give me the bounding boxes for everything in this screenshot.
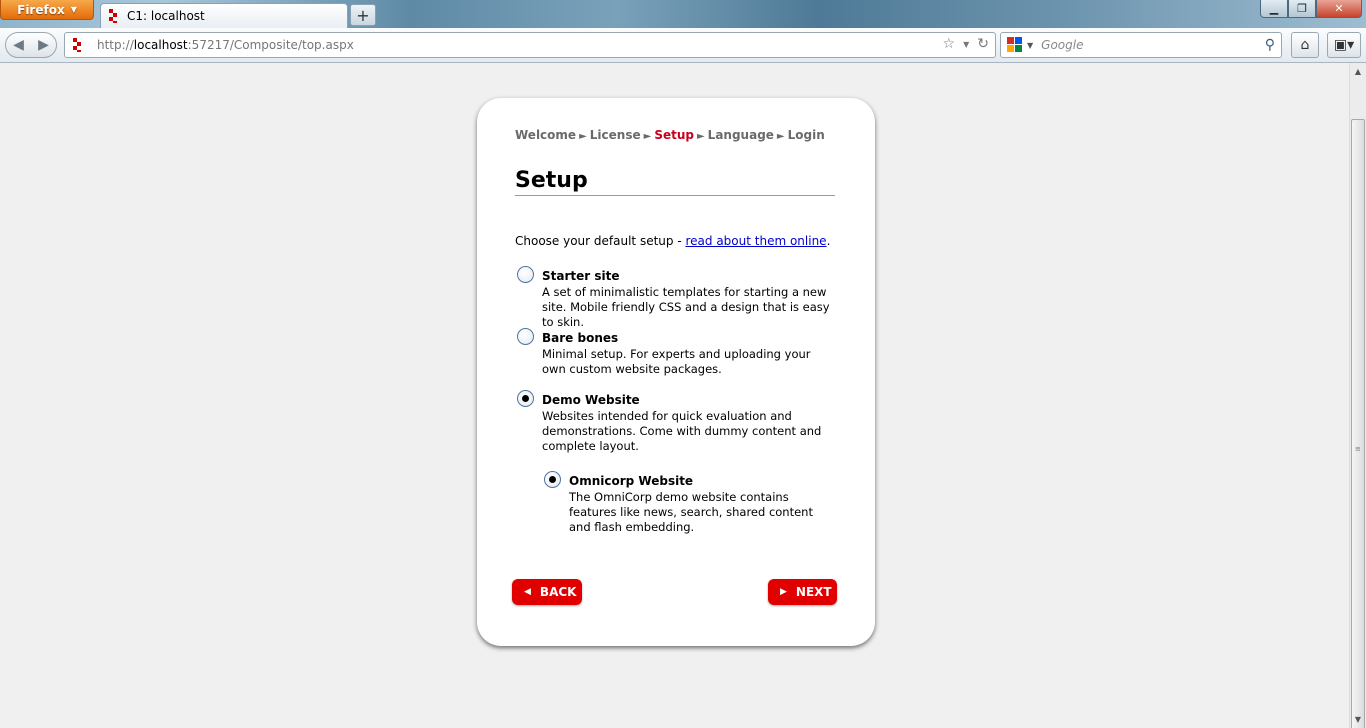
reload-icon[interactable]: ↻ [977,36,989,52]
next-button[interactable]: ▶ NEXT [768,579,837,605]
firefox-menu-label: Firefox [17,2,65,17]
search-bar[interactable]: ▼ Google ⚲ [1000,32,1282,58]
site-identity-icon[interactable] [73,38,83,52]
c1-favicon-icon [109,9,119,23]
intro-label: Choose your default setup - [515,234,686,248]
radio-omnicorp-website[interactable] [544,471,561,488]
option-description: Minimal setup. For experts and uploading… [542,347,811,376]
option-title: Demo Website [542,393,640,407]
search-icon[interactable]: ⚲ [1265,37,1275,53]
back-label: BACK [539,585,577,599]
forward-arrow-icon[interactable]: ▶ [38,37,49,53]
home-button[interactable]: ⌂ [1291,32,1319,58]
home-icon: ⌂ [1300,37,1310,53]
scroll-up-arrow-icon[interactable]: ▲ [1350,63,1366,80]
back-button[interactable]: ◀ BACK [512,579,582,605]
window-titlebar: Firefox ▼ C1: localhost + ▁ ❐ ✕ [0,0,1366,28]
separator-icon: ► [579,131,587,142]
option-description: Websites intended for quick evaluation a… [542,409,822,453]
back-arrow-icon[interactable]: ◀ [13,37,24,53]
search-placeholder: Google [1041,38,1084,52]
close-icon: ✕ [1334,2,1344,15]
arrow-left-icon: ◀ [524,587,531,597]
page-title: Setup [515,168,835,196]
arrow-right-icon: ▶ [780,587,787,597]
address-bar[interactable]: http://localhost:57217/Composite/top.asp… [64,32,996,58]
close-window-button[interactable]: ✕ [1316,0,1362,18]
window-controls: ▁ ❐ ✕ [1260,0,1362,18]
tab-title: C1: localhost [127,9,205,23]
radio-starter-site[interactable] [517,266,534,283]
wizard-breadcrumb: Welcome ► License ► Setup ► Language ► Login [515,128,825,142]
chevron-down-icon: ▼ [70,5,77,14]
google-engine-icon[interactable] [1007,37,1023,53]
step-login: Login [787,128,825,142]
minimize-button[interactable]: ▁ [1260,0,1288,18]
bookmarks-icon: ▣▾ [1333,37,1355,53]
step-setup: Setup [654,128,694,142]
option-title: Omnicorp Website [569,474,694,488]
plus-icon: + [356,5,370,25]
radio-bare-bones[interactable] [517,328,534,345]
bookmarks-menu-button[interactable]: ▣▾ [1327,32,1361,58]
separator-icon: ► [643,131,652,142]
back-forward-buttons: ◀ ▶ [5,32,57,58]
maximize-button[interactable]: ❐ [1288,0,1316,18]
intro-text: Choose your default setup - read about t… [515,234,830,248]
firefox-menu-button[interactable]: Firefox ▼ [0,0,94,20]
separator-icon: ► [776,131,785,142]
url-path: :57217/Composite/top.aspx [187,38,354,52]
option-description: A set of minimalistic templates for star… [542,285,830,329]
url-prefix: http:// [97,38,134,52]
scroll-down-arrow-icon[interactable]: ▼ [1350,711,1366,728]
setup-wizard-card: Welcome ► License ► Setup ► Language ► Login Set… [477,98,875,646]
intro-period: . [826,234,831,248]
vertical-scrollbar[interactable]: ▲ ≡ ▼ [1349,63,1366,728]
browser-tab[interactable]: C1: localhost [100,3,348,28]
option-title: Starter site [542,269,620,283]
new-tab-button[interactable]: + [350,4,376,26]
read-online-link[interactable]: read about them online [685,234,826,248]
scroll-thumb[interactable]: ≡ [1351,119,1365,728]
separator-icon: ► [696,131,705,142]
radio-demo-website[interactable] [517,390,534,407]
navigation-toolbar: ◀ ▶ http://localhost:57217/Composite/top… [0,28,1366,63]
url-actions: ☆ ▼ ↻ [943,36,989,52]
step-license: License [589,128,641,142]
next-label: NEXT [795,585,832,599]
bookmark-star-icon[interactable]: ☆ [943,36,956,52]
url-host: localhost [133,38,188,52]
history-dropdown-icon[interactable]: ▼ [963,40,969,49]
restore-icon: ❐ [1297,2,1307,15]
minimize-icon: ▁ [1269,2,1279,15]
step-welcome: Welcome [515,128,577,142]
option-title: Bare bones [542,331,619,345]
step-language: Language [707,128,774,142]
option-description: The OmniCorp demo website contains featu… [569,490,813,534]
engine-dropdown-icon[interactable]: ▼ [1027,41,1033,50]
grip-icon: ≡ [1355,445,1361,453]
